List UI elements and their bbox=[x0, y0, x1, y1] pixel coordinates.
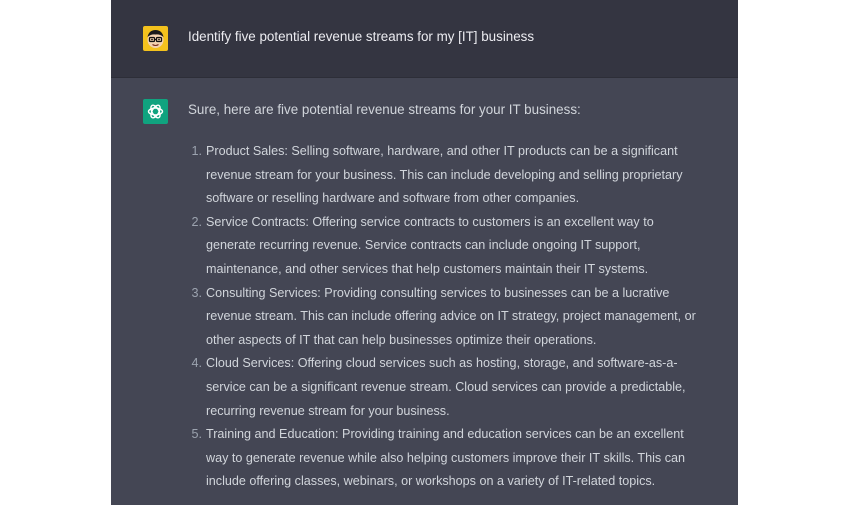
list-item-text-line: service can be a significant revenue str… bbox=[206, 379, 686, 394]
list-item-text-line: way to generate revenue while also helpi… bbox=[206, 450, 686, 465]
list-item-text-line: Consulting Services: Providing consultin… bbox=[206, 285, 670, 300]
list-item: 1. Product Sales: Selling software, hardw… bbox=[188, 140, 736, 211]
list-item: 4. Cloud Services: Offering cloud service… bbox=[188, 352, 736, 423]
list-item-text-line: Service Contracts: Offering service cont… bbox=[206, 214, 654, 229]
cartoon-face-avatar-icon bbox=[147, 30, 164, 48]
list-item-number: 2. bbox=[191, 214, 202, 229]
list-item-text-line: revenue stream. This can include offerin… bbox=[206, 309, 696, 324]
list-item-text-line: revenue stream for your business. This c… bbox=[206, 167, 683, 182]
list-item-text-line: generate recurring revenue. Service cont… bbox=[206, 238, 641, 253]
list-item-number: 4. bbox=[191, 356, 202, 371]
list-item-text-line: recurring revenue stream for your busine… bbox=[206, 403, 450, 418]
chat-conversation: Identify five potential revenue streams … bbox=[111, 0, 738, 505]
list-item-number: 3. bbox=[191, 285, 202, 300]
list-item: 5. Training and Education: Providing trai… bbox=[188, 423, 736, 494]
user-message-row: Identify five potential revenue streams … bbox=[111, 0, 738, 78]
assistant-intro-text: Sure, here are five potential revenue st… bbox=[188, 102, 581, 117]
list-item-text-line: include offering classes, webinars, or w… bbox=[206, 474, 656, 489]
list-item-text-line: Product Sales: Selling software, hardwar… bbox=[206, 144, 678, 158]
list-item-text-line: Cloud Services: Offering cloud services … bbox=[206, 356, 678, 371]
list-item-text-line: maintenance, and other services that hel… bbox=[206, 261, 649, 276]
list-item-number: 1. bbox=[191, 144, 202, 158]
list-item-number: 5. bbox=[191, 427, 202, 442]
list-item: 2. Service Contracts: Offering service co… bbox=[188, 211, 736, 282]
user-message-text: Identify five potential revenue streams … bbox=[188, 29, 535, 44]
openai-logo-icon bbox=[147, 104, 164, 119]
user-avatar bbox=[143, 26, 168, 51]
list-item-text-line: other aspects of IT that can help busine… bbox=[206, 332, 597, 347]
list-item: 3. Consulting Services: Providing consult… bbox=[188, 282, 736, 353]
assistant-message-row: Sure, here are five potential revenue st… bbox=[111, 78, 738, 505]
revenue-streams-list: 1. Product Sales: Selling software, hardw… bbox=[188, 140, 736, 494]
list-item-text-line: software or reselling hardware and softw… bbox=[206, 191, 580, 206]
list-item-text-line: Training and Education: Providing traini… bbox=[206, 427, 684, 442]
assistant-avatar bbox=[143, 99, 168, 124]
